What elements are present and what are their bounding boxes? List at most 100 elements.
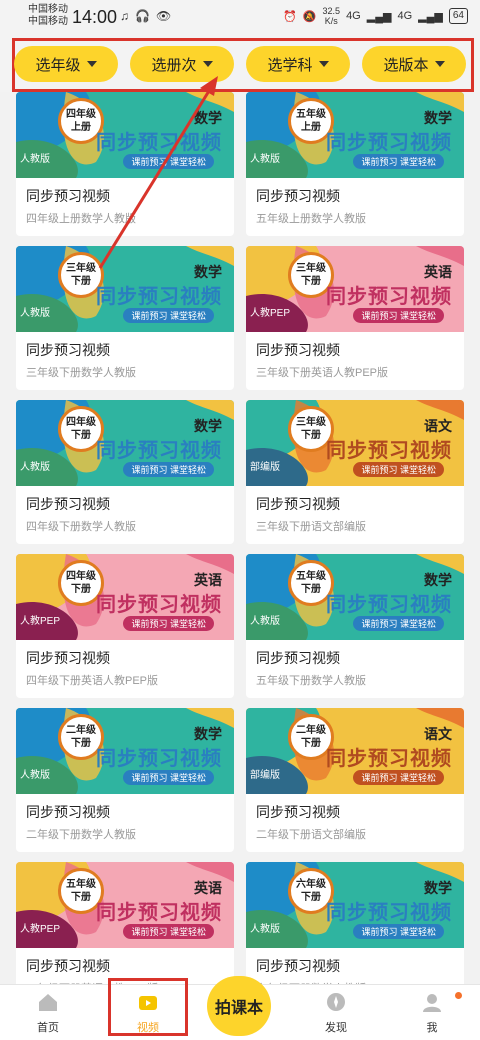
card-description: 三年级下册英语人教PEP版 <box>256 367 389 379</box>
term-label: 上册 <box>301 122 321 133</box>
grade-label: 三年级 <box>296 263 326 274</box>
caret-down-icon <box>86 61 97 67</box>
filter-volume-button[interactable]: 选册次 <box>130 46 234 82</box>
video-card[interactable]: 五年级 下册 英语 同步预习视频 课前预习 课堂轻松 人教PEP 同步预习视频 … <box>16 862 234 984</box>
nav-highlight-frame <box>108 978 188 1036</box>
subject-label: 数学 <box>424 880 452 896</box>
card-title: 同步预习视频 <box>256 342 340 358</box>
thumbnail-headline: 同步预习视频 <box>96 594 222 616</box>
thumbnail-slogan: 课前预习 课堂轻松 <box>353 154 444 169</box>
video-thumbnail: 二年级 下册 语文 同步预习视频 课前预习 课堂轻松 部编版 <box>246 708 464 794</box>
video-thumbnail: 五年级 下册 英语 同步预习视频 课前预习 课堂轻松 人教PEP <box>16 862 234 948</box>
video-card[interactable]: 四年级 下册 英语 同步预习视频 课前预习 课堂轻松 人教PEP 同步预习视频 … <box>16 554 234 698</box>
user-icon <box>423 994 441 1012</box>
subject-label: 数学 <box>194 726 222 742</box>
video-grid: 四年级 上册 数学 同步预习视频 课前预习 课堂轻松 人教版 同步预习视频 四年… <box>0 92 480 984</box>
headphone-icon: 🎧 <box>135 9 150 23</box>
thumbnail-slogan: 课前预习 课堂轻松 <box>123 924 214 939</box>
carrier-1: 中国移动 <box>28 4 68 15</box>
term-label: 下册 <box>301 584 321 595</box>
video-card[interactable]: 三年级 下册 英语 同步预习视频 课前预习 课堂轻松 人教PEP 同步预习视频 … <box>246 246 464 390</box>
edition-label: 人教版 <box>20 154 50 165</box>
grade-label: 四年级 <box>66 571 96 582</box>
video-card[interactable]: 四年级 上册 数学 同步预习视频 课前预习 课堂轻松 人教版 同步预习视频 四年… <box>16 92 234 236</box>
video-card[interactable]: 四年级 下册 数学 同步预习视频 课前预习 课堂轻松 人教版 同步预习视频 四年… <box>16 400 234 544</box>
thumbnail-slogan: 课前预习 课堂轻松 <box>353 770 444 785</box>
subject-label: 英语 <box>194 572 222 588</box>
net-type-2: 4G <box>397 10 413 22</box>
thumbnail-headline: 同步预习视频 <box>96 440 222 462</box>
card-description: 二年级下册语文部编版 <box>256 829 366 841</box>
grade-label: 五年级 <box>296 571 326 582</box>
card-description: 三年级下册数学人教版 <box>26 367 136 379</box>
video-card[interactable]: 二年级 下册 语文 同步预习视频 课前预习 课堂轻松 部编版 同步预习视频 二年… <box>246 708 464 852</box>
subject-label: 数学 <box>194 264 222 280</box>
video-card[interactable]: 六年级 下册 数学 同步预习视频 课前预习 课堂轻松 人教版 同步预习视频 六年… <box>246 862 464 984</box>
card-title: 同步预习视频 <box>256 804 340 820</box>
nav-discover[interactable]: 发现 <box>296 991 376 1035</box>
card-title: 同步预习视频 <box>26 188 110 204</box>
thumbnail-headline: 同步预习视频 <box>96 748 222 770</box>
video-card[interactable]: 三年级 下册 数学 同步预习视频 课前预习 课堂轻松 人教版 同步预习视频 三年… <box>16 246 234 390</box>
video-thumbnail: 三年级 下册 数学 同步预习视频 课前预习 课堂轻松 人教版 <box>16 246 234 332</box>
caret-down-icon <box>318 61 329 67</box>
edition-label: 人教版 <box>20 462 50 473</box>
thumbnail-headline: 同步预习视频 <box>326 286 452 308</box>
status-time: 14:00 <box>72 7 118 27</box>
card-title: 同步预习视频 <box>26 958 110 974</box>
status-icons-right: ⏰ 🔕 32.5 K/s 4G ▂▄▆ 4G ▂▄▆ 64 <box>283 6 468 26</box>
thumbnail-slogan: 课前预习 课堂轻松 <box>123 770 214 785</box>
filter-grade-button[interactable]: 选年级 <box>14 46 118 82</box>
thumbnail-slogan: 课前预习 课堂轻松 <box>353 308 444 323</box>
nav-home[interactable]: 首页 <box>8 991 88 1035</box>
edition-label: 人教PEP <box>20 924 61 935</box>
video-thumbnail: 三年级 下册 英语 同步预习视频 课前预习 课堂轻松 人教PEP <box>246 246 464 332</box>
filter-subject-label: 选学科 <box>267 56 313 74</box>
video-card[interactable]: 五年级 上册 数学 同步预习视频 课前预习 课堂轻松 人教版 同步预习视频 五年… <box>246 92 464 236</box>
thumbnail-headline: 同步预习视频 <box>326 132 452 154</box>
nav-me-label: 我 <box>426 1022 438 1034</box>
edition-label: 人教版 <box>250 924 280 935</box>
thumbnail-slogan: 课前预习 课堂轻松 <box>353 924 444 939</box>
term-label: 下册 <box>301 430 321 441</box>
alarm-icon: ⏰ <box>283 10 297 23</box>
signal-icon-2: ▂▄▆ <box>418 10 443 23</box>
card-description: 四年级上册数学人教版 <box>26 213 136 225</box>
grade-label: 三年级 <box>296 417 326 428</box>
mute-icon: 🔕 <box>302 10 317 23</box>
status-icons-left: ♫ 🎧 👁 <box>120 9 171 23</box>
card-title: 同步预习视频 <box>256 650 340 666</box>
thumbnail-headline: 同步预习视频 <box>96 132 222 154</box>
subject-label: 英语 <box>424 264 452 280</box>
net-type-1: 4G <box>346 10 361 22</box>
card-title: 同步预习视频 <box>256 958 340 974</box>
thumbnail-headline: 同步预习视频 <box>326 748 452 770</box>
term-label: 下册 <box>71 738 91 749</box>
card-description: 二年级下册数学人教版 <box>26 829 136 841</box>
grade-label: 六年级 <box>296 879 326 890</box>
signal-icon-1: ▂▄▆ <box>366 10 392 23</box>
filter-edition-label: 选版本 <box>383 56 429 74</box>
eye-icon: 👁 <box>155 9 172 23</box>
network-speed: 32.5 K/s <box>322 6 341 26</box>
term-label: 下册 <box>71 430 91 441</box>
filter-edition-button[interactable]: 选版本 <box>362 46 466 82</box>
home-icon <box>39 994 57 1011</box>
filter-subject-button[interactable]: 选学科 <box>246 46 350 82</box>
filter-grade-label: 选年级 <box>35 56 81 74</box>
grade-label: 四年级 <box>66 417 96 428</box>
video-thumbnail: 五年级 上册 数学 同步预习视频 课前预习 课堂轻松 人教版 <box>246 92 464 178</box>
scan-textbook-button[interactable]: 拍课本 <box>207 976 271 1036</box>
video-thumbnail: 五年级 下册 数学 同步预习视频 课前预习 课堂轻松 人教版 <box>246 554 464 640</box>
term-label: 下册 <box>301 738 321 749</box>
thumbnail-slogan: 课前预习 课堂轻松 <box>123 308 214 323</box>
video-card[interactable]: 三年级 下册 语文 同步预习视频 课前预习 课堂轻松 部编版 同步预习视频 三年… <box>246 400 464 544</box>
filter-bar: 选年级 选册次 选学科 选版本 <box>0 34 480 92</box>
card-title: 同步预习视频 <box>256 496 340 512</box>
video-card[interactable]: 五年级 下册 数学 同步预习视频 课前预习 课堂轻松 人教版 同步预习视频 五年… <box>246 554 464 698</box>
video-thumbnail: 四年级 上册 数学 同步预习视频 课前预习 课堂轻松 人教版 <box>16 92 234 178</box>
edition-label: 人教版 <box>20 770 50 781</box>
edition-label: 人教版 <box>20 308 50 319</box>
video-card[interactable]: 二年级 下册 数学 同步预习视频 课前预习 课堂轻松 人教版 同步预习视频 二年… <box>16 708 234 852</box>
grade-label: 三年级 <box>66 263 96 274</box>
